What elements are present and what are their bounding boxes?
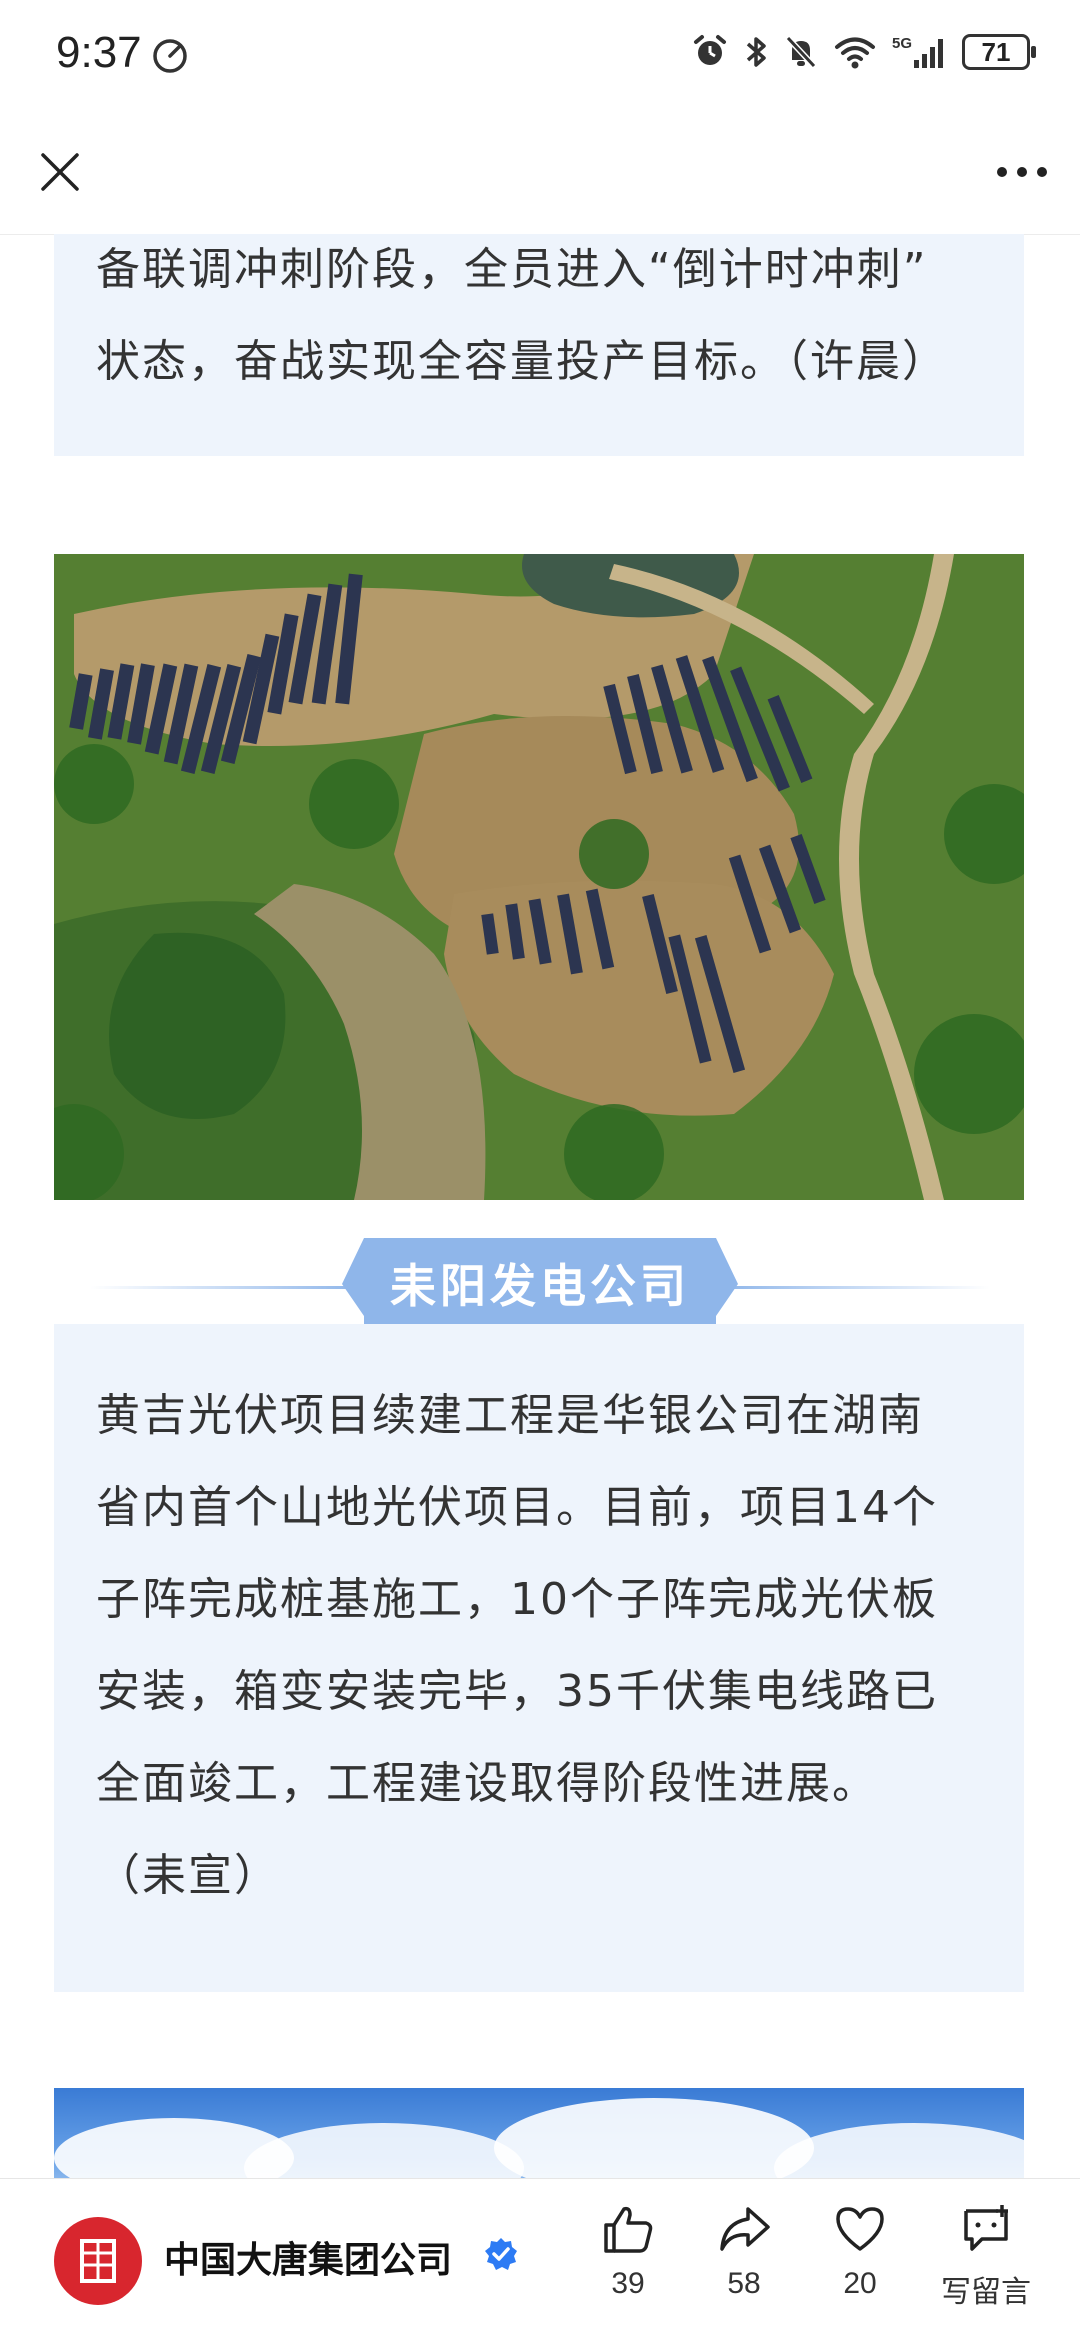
share-icon: [720, 2207, 770, 2251]
text-line: 状态，奋战实现全容量投产目标。（许晨）: [96, 336, 948, 387]
section-divider-right: [720, 1286, 990, 1289]
like-count: 39: [611, 2267, 645, 2300]
svg-text:5G: 5G: [892, 35, 912, 52]
solar-farm-illustration: [54, 554, 1024, 1200]
text-block-1: 备联调冲刺阶段，全员进入“倒计时冲刺” 状态，奋战实现全容量投产目标。（许晨）: [54, 234, 1024, 456]
share-button[interactable]: 58: [694, 2201, 794, 2321]
battery-level: 71: [981, 36, 1011, 67]
text-block-1-body: 备联调冲刺阶段，全员进入“倒计时冲刺” 状态，奋战实现全容量投产目标。（许晨）: [96, 234, 982, 408]
status-icons: 5G 71: [692, 30, 1036, 74]
speedometer-icon: [153, 39, 187, 73]
close-button[interactable]: [28, 140, 92, 204]
share-count: 58: [727, 2267, 761, 2300]
more-options-button[interactable]: [990, 140, 1054, 204]
more-icon: [997, 167, 1047, 177]
text-line: 子阵完成桩基施工，10个子阵完成光伏板: [96, 1574, 938, 1625]
mute-icon: [785, 35, 817, 69]
status-time: 9:37: [56, 28, 142, 77]
signal-icon: 5G: [892, 35, 943, 68]
favorite-button[interactable]: 20: [810, 2201, 910, 2321]
battery-icon: 71: [962, 34, 1036, 70]
solar-farm-photo[interactable]: [54, 554, 1024, 1200]
bluetooth-icon: [746, 37, 766, 67]
text-block-2-body: 黄吉光伏项目续建工程是华银公司在湖南 省内首个山地光伏项目。目前，项目14个 子…: [96, 1370, 982, 1922]
favorite-count: 20: [843, 2267, 877, 2300]
close-icon: [41, 153, 79, 191]
write-comment-label: 写留言: [941, 2276, 1031, 2309]
sky-illustration: [54, 2098, 1024, 2178]
wifi-icon: [835, 37, 875, 69]
text-line: （耒宣）: [96, 1850, 280, 1901]
article-content[interactable]: 备联调冲刺阶段，全员进入“倒计时冲刺” 状态，奋战实现全容量投产目标。（许晨）: [0, 234, 1080, 2178]
text-line: 备联调冲刺阶段，全员进入“倒计时冲刺”: [96, 244, 928, 295]
section-title: 耒阳发电公司: [390, 1259, 690, 1313]
text-block-2: 黄吉光伏项目续建工程是华银公司在湖南 省内首个山地光伏项目。目前，项目14个 子…: [54, 1324, 1024, 1992]
text-line: 省内首个山地光伏项目。目前，项目14个: [96, 1482, 938, 1533]
bottom-action-bar: 中国大唐集团公司 39 58 20 写留言: [0, 2178, 1080, 2341]
datang-logo-icon: [80, 2239, 116, 2283]
alarm-icon: [694, 35, 726, 65]
comment-icon: [964, 2205, 1008, 2251]
sky-photo[interactable]: [54, 2088, 1024, 2178]
thumbs-up-icon: [604, 2206, 653, 2253]
top-nav-bar: [0, 110, 1080, 235]
status-bar: 9:37 5G 71: [0, 0, 1080, 110]
account-avatar[interactable]: [54, 2217, 142, 2305]
verified-icon: [485, 2238, 517, 2270]
write-comment-button[interactable]: 写留言: [926, 2201, 1046, 2321]
text-line: 黄吉光伏项目续建工程是华银公司在湖南: [96, 1390, 924, 1441]
section-divider-left: [90, 1286, 360, 1289]
account-name[interactable]: 中国大唐集团公司: [164, 2231, 452, 2283]
heart-icon: [836, 2207, 884, 2251]
like-button[interactable]: 39: [578, 2201, 678, 2321]
text-line: 安装，箱变安装完毕，35千伏集电线路已: [96, 1666, 938, 1717]
text-line: 全面竣工，工程建设取得阶段性进展。: [96, 1758, 878, 1809]
